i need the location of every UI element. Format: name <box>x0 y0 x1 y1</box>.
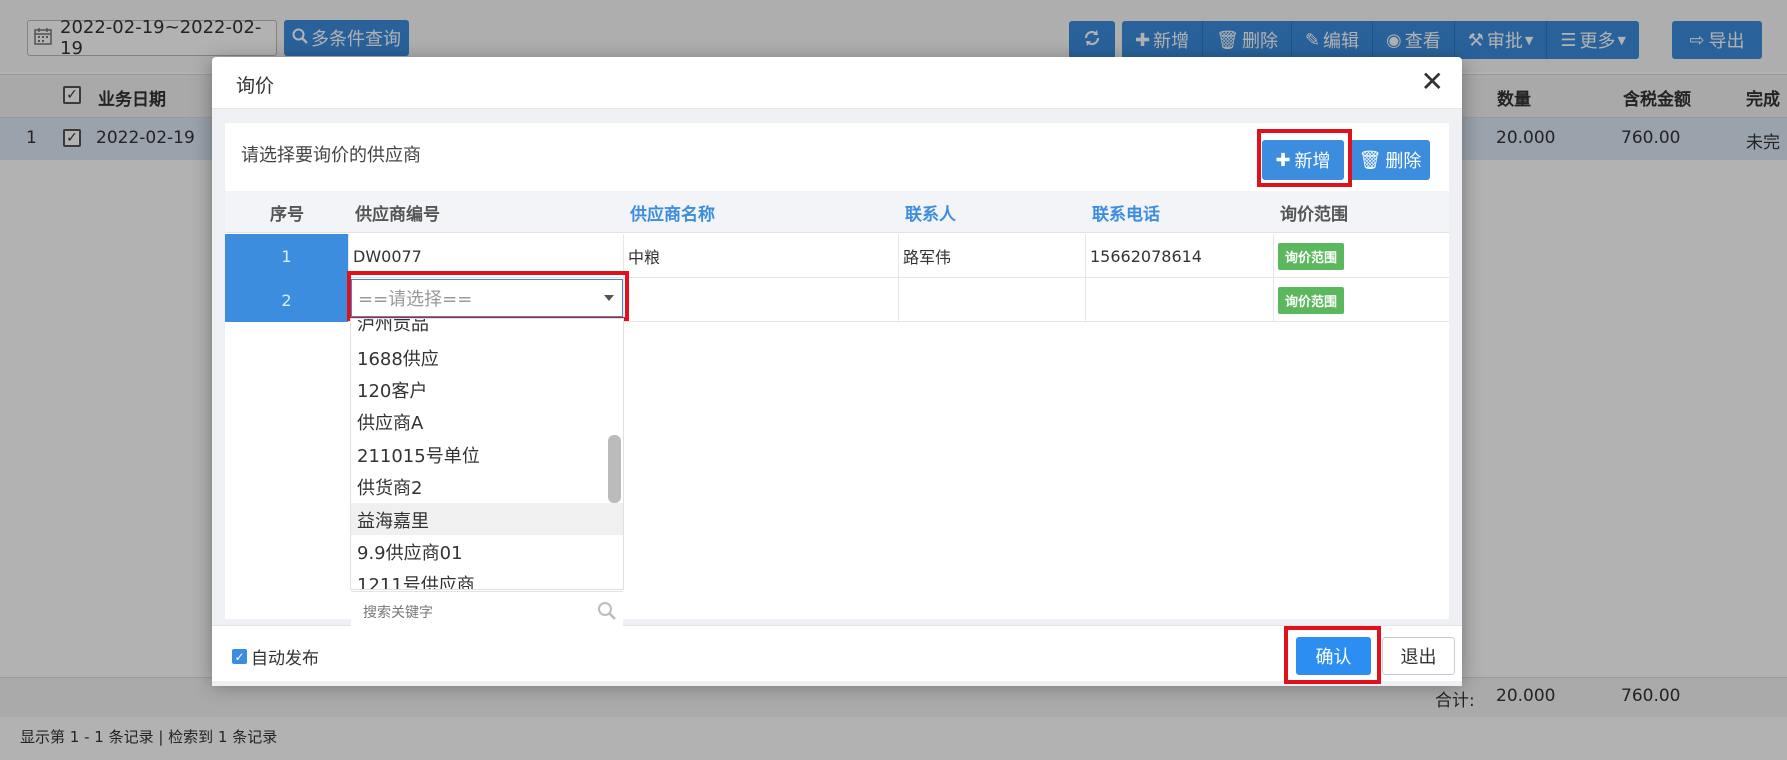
row-index: 1 <box>225 234 349 278</box>
col-supplier-code: 供应商编号 <box>355 204 440 225</box>
dialog-footer <box>212 625 1462 681</box>
close-icon[interactable]: ✕ <box>1421 65 1444 98</box>
col-phone: 联系电话 <box>1092 204 1160 225</box>
dialog-header: 询价 ✕ <box>212 57 1462 109</box>
col-index: 序号 <box>270 204 304 225</box>
delete-supplier-button[interactable]: 🗑︎ 删除 <box>1350 140 1430 180</box>
dropdown-item[interactable]: 120客户 <box>357 377 427 403</box>
dropdown-item[interactable]: 泸州贡品 <box>357 319 429 336</box>
row-phone <box>1086 278 1274 322</box>
row-index: 2 <box>225 278 349 322</box>
dropdown-item[interactable]: 1688供应 <box>357 345 439 371</box>
dropdown-item[interactable]: 益海嘉里 <box>357 507 429 533</box>
dropdown-item[interactable]: 9.9供应商01 <box>357 539 463 565</box>
highlight-confirm-box <box>1284 626 1381 684</box>
row-supplier-name: 中粮 <box>624 234 899 278</box>
row-scope-cell: 询价范围 <box>1274 234 1449 278</box>
row-contact: 路军伟 <box>899 234 1086 278</box>
row-phone: 15662078614 <box>1086 234 1274 278</box>
dialog-title: 询价 <box>236 75 275 97</box>
dropdown-item[interactable]: 供应商A <box>357 409 423 435</box>
auto-publish-label: 自动发布 <box>251 649 319 669</box>
panel-prompt: 请选择要询价的供应商 <box>241 145 421 166</box>
delete-supplier-label: 删除 <box>1385 151 1422 172</box>
highlight-add-box <box>1257 129 1352 187</box>
row-supplier-name <box>624 278 899 322</box>
col-scope: 询价范围 <box>1280 204 1348 225</box>
row-scope-cell: 询价范围 <box>1274 278 1449 322</box>
inquiry-scope-button[interactable]: 询价范围 <box>1278 286 1345 314</box>
exit-button[interactable]: 退出 <box>1382 637 1455 675</box>
col-contact: 联系人 <box>905 204 956 225</box>
auto-publish-checkbox[interactable]: ✓ 自动发布 <box>232 644 319 669</box>
highlight-select-box <box>347 271 629 321</box>
supplier-table-header: 序号 供应商编号 供应商名称 联系人 联系电话 询价范围 <box>225 191 1449 233</box>
search-icon <box>597 601 617 625</box>
dropdown-item[interactable]: 供货商2 <box>357 474 422 500</box>
dropdown-item[interactable]: 211015号单位 <box>357 442 480 468</box>
dropdown-item[interactable]: 1211号供应商 <box>357 571 475 589</box>
col-supplier-name: 供应商名称 <box>630 204 715 225</box>
dropdown-scrollbar[interactable] <box>608 435 621 503</box>
supplier-dropdown: 泸州贡品 1688供应 120客户 供应商A 211015号单位 供货商2 益海… <box>350 318 624 590</box>
inquiry-scope-button[interactable]: 询价范围 <box>1278 242 1345 270</box>
checkbox-checked-icon: ✓ <box>232 649 247 664</box>
row-contact <box>899 278 1086 322</box>
search-placeholder: 搜索关键字 <box>363 604 433 621</box>
dropdown-search-input[interactable]: 搜索关键字 <box>351 591 623 631</box>
trash-icon: 🗑︎ <box>1358 149 1382 171</box>
